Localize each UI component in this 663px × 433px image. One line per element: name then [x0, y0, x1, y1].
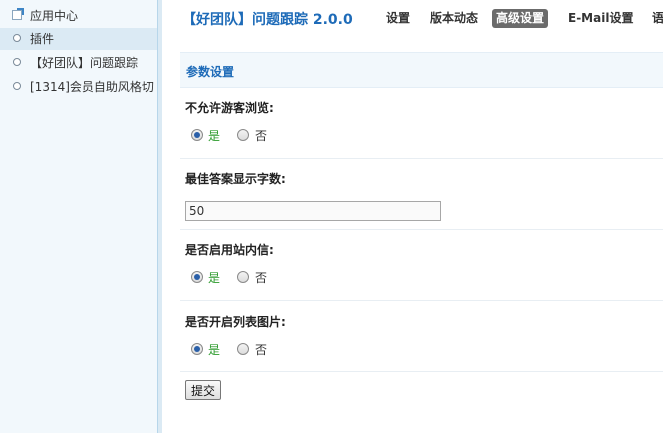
sidebar-item-label: 【好团队】问题跟踪 [30, 56, 139, 70]
radio-yes[interactable] [191, 129, 203, 141]
sidebar-item-label: 插件 [30, 32, 55, 46]
tab-advanced-settings[interactable]: 高级设置 [492, 9, 549, 28]
sidebar-item-plugins[interactable]: 插件 [0, 28, 157, 50]
radio-yes-label: 是 [208, 271, 221, 285]
panel-header: 参数设置 [180, 52, 663, 88]
radio-yes[interactable] [191, 271, 203, 283]
radio-no[interactable] [237, 271, 249, 283]
circle-icon [12, 76, 24, 98]
tab-changelog[interactable]: 版本动态 [426, 9, 482, 28]
radio-no-label: 否 [255, 343, 268, 357]
sidebar-item-label: 应用中心 [30, 9, 79, 23]
divider [180, 371, 663, 372]
setting-label: 最佳答案显示字数: [185, 172, 286, 186]
sidebar-item-app-center[interactable]: 应用中心 [0, 5, 157, 27]
radio-no[interactable] [237, 129, 249, 141]
header: 【好团队】问题跟踪 2.0.0 设置 版本动态 高级设置 E-Mail设置 语 [162, 0, 663, 38]
main-content: 【好团队】问题跟踪 2.0.0 设置 版本动态 高级设置 E-Mail设置 语 … [162, 0, 663, 433]
radio-yes[interactable] [191, 343, 203, 355]
setting-label: 是否开启列表图片: [185, 315, 286, 329]
tab-email-settings[interactable]: E-Mail设置 [564, 9, 637, 28]
submit-button[interactable]: 提交 [185, 380, 221, 400]
sidebar-item-style-switch[interactable]: [1314]会员自助风格切 [0, 76, 157, 98]
radio-no-label: 否 [255, 271, 268, 285]
external-link-icon [12, 5, 24, 27]
setting-label: 不允许游客浏览: [185, 101, 274, 115]
tab-settings[interactable]: 设置 [382, 9, 414, 28]
circle-icon [12, 28, 24, 50]
radio-no-label: 否 [255, 129, 268, 143]
divider [180, 229, 663, 230]
radio-yes-label: 是 [208, 129, 221, 143]
radio-no[interactable] [237, 343, 249, 355]
tab-language[interactable]: 语 [648, 9, 663, 28]
circle-icon [12, 52, 24, 74]
best-answer-length-input[interactable] [185, 201, 441, 221]
sidebar: 应用中心 插件 【好团队】问题跟踪 [1314]会员自助风格切 [0, 0, 158, 433]
setting-label: 是否启用站内信: [185, 243, 274, 257]
radio-yes-label: 是 [208, 343, 221, 357]
page-title: 【好团队】问题跟踪 2.0.0 [182, 12, 353, 28]
panel-title: 参数设置 [186, 65, 235, 79]
divider [180, 158, 663, 159]
divider [180, 300, 663, 301]
sidebar-item-issue-tracker[interactable]: 【好团队】问题跟踪 [0, 52, 157, 74]
sidebar-item-label: [1314]会员自助风格切 [30, 80, 154, 94]
